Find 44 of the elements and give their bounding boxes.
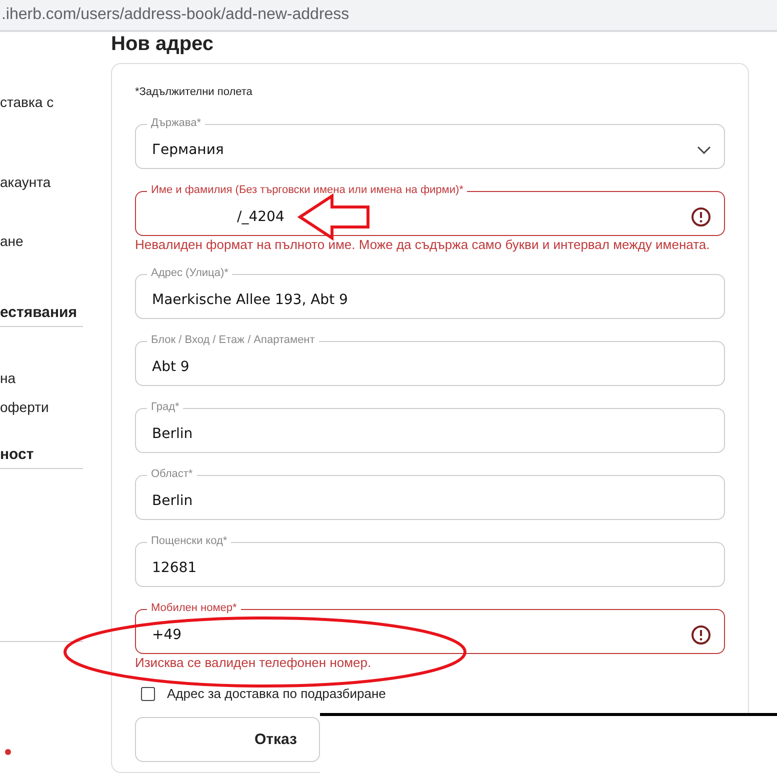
- field-value: Abt 9: [152, 358, 190, 374]
- field-value: 12681: [152, 560, 197, 576]
- field-value: Berlin: [152, 426, 193, 442]
- checkbox-label: Адрес за доставка по подразбиране: [167, 686, 386, 701]
- error-message: Невалиден формат на пълното име. Може да съдържа само букви и интервал между имената.: [135, 237, 711, 252]
- field-value: +49: [152, 626, 182, 642]
- field-label: Блок / Вход / Етаж / Апартамент: [147, 334, 319, 346]
- field-label: Държава*: [147, 117, 206, 129]
- error-message: Изисква се валиден телефонен номер.: [135, 655, 372, 670]
- sidebar-item[interactable]: ане: [0, 233, 83, 249]
- error-icon: [691, 624, 711, 644]
- cancel-button[interactable]: Отказ: [135, 717, 320, 762]
- field-label: Област*: [147, 468, 197, 480]
- sidebar-item[interactable]: ставка с: [0, 94, 83, 110]
- input-field[interactable]: Област* Berlin: [135, 467, 725, 520]
- required-note: *Задължителни полета: [135, 86, 254, 98]
- chevron-icon: [697, 146, 711, 154]
- input-field[interactable]: Мобилен номер* +49: [135, 601, 725, 654]
- input-field[interactable]: Пощенски код* 12681: [135, 534, 725, 587]
- notification-dot: [5, 749, 11, 755]
- field-value: Германия: [152, 142, 224, 158]
- country-select[interactable]: Държава* Германия: [135, 116, 725, 169]
- url-text: ..iherb.com/users/address-book/add-new-address: [0, 6, 350, 24]
- field-label: Пощенски код*: [147, 535, 232, 547]
- field-label: Град*: [147, 401, 184, 413]
- input-field[interactable]: Блок / Вход / Етаж / Апартамент Abt 9: [135, 333, 725, 386]
- error-icon: [691, 206, 711, 226]
- field-label: Адрес (Улица)*: [147, 267, 232, 279]
- page-heading: Нов адрес: [111, 32, 215, 56]
- address-bar[interactable]: ..iherb.com/users/address-book/add-new-address: [0, 0, 777, 32]
- field-label: Мобилен номер*: [147, 602, 241, 614]
- field-label: Име и фамилия (Без търговски имена или имена на фирми)*: [147, 184, 468, 196]
- field-value: /_4204: [237, 208, 284, 224]
- input-field[interactable]: Град* Berlin: [135, 400, 725, 453]
- sidebar-heading: естявания: [0, 304, 83, 327]
- field-value: Berlin: [152, 492, 193, 508]
- input-field[interactable]: Име и фамилия (Без търговски имена или имена на фирми)* /_4204: [135, 183, 725, 236]
- sidebar-item[interactable]: на: [0, 370, 83, 386]
- checkbox[interactable]: [141, 686, 155, 700]
- field-value: Maerkische Allee 193, Abt 9: [152, 292, 348, 308]
- input-field[interactable]: Адрес (Улица)* Maerkische Allee 193, Abt 9: [135, 266, 725, 319]
- sidebar-heading: ност: [0, 446, 83, 469]
- sidebar-item[interactable]: оферти: [0, 399, 83, 415]
- sidebar-item[interactable]: акаунта: [0, 174, 83, 190]
